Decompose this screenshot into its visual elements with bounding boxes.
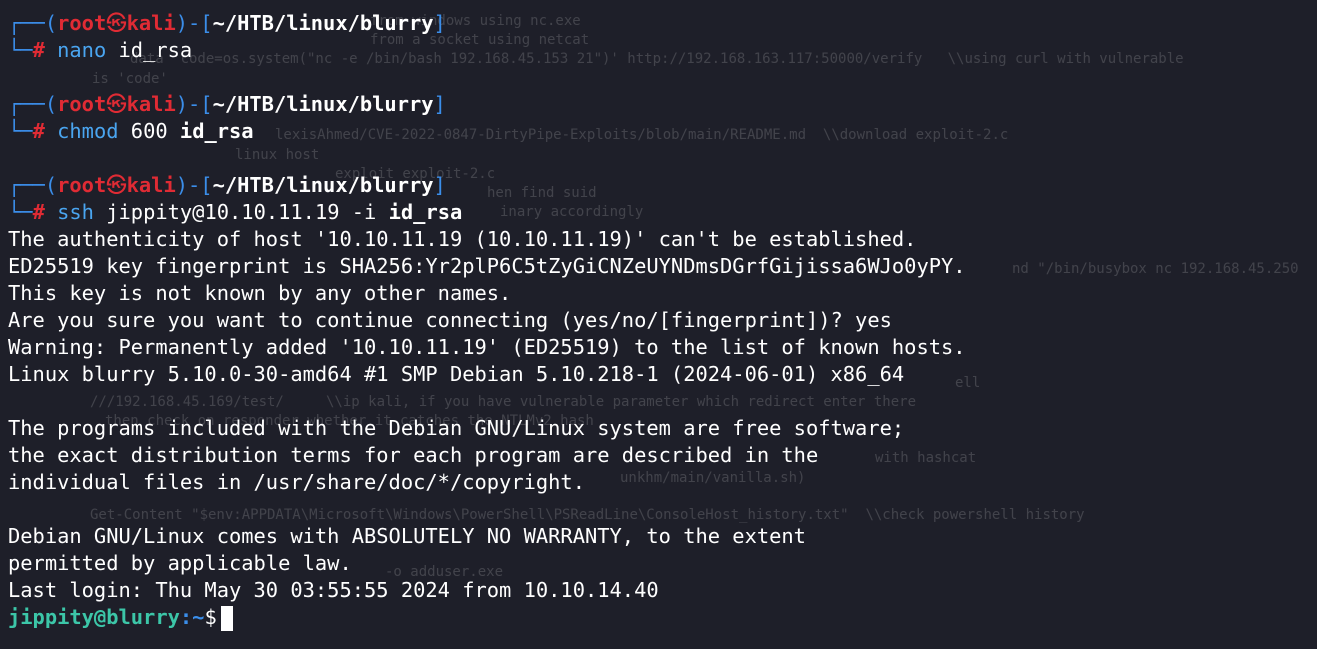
prompt-user: root bbox=[57, 173, 107, 197]
remote-prompt-symbol: $ bbox=[204, 605, 217, 629]
command-name: chmod bbox=[57, 119, 119, 143]
output-line: ED25519 key fingerprint is SHA256:Yr2plP… bbox=[8, 254, 966, 278]
remote-path: :~ bbox=[179, 605, 205, 629]
prompt-path: ~/HTB/linux/blurry bbox=[212, 173, 434, 197]
terminal-window[interactable]: from windows using nc.exe from a socket … bbox=[0, 0, 1317, 649]
prompt-host: kali bbox=[126, 173, 176, 197]
output-line: Last login: Thu May 30 03:55:55 2024 fro… bbox=[8, 578, 659, 602]
command-args: id_rsa bbox=[388, 200, 463, 224]
command-args: id_rsa bbox=[179, 119, 254, 143]
remote-prompt-line[interactable]: jippity@blurry:~$ bbox=[8, 604, 1317, 631]
prompt-path: ~/HTB/linux/blurry bbox=[212, 11, 434, 35]
prompt-path: ~/HTB/linux/blurry bbox=[212, 92, 434, 116]
output-line: permitted by applicable law. bbox=[8, 551, 352, 575]
output-line: Linux blurry 5.10.0-30-amd64 #1 SMP Debi… bbox=[8, 362, 905, 386]
prompt-header-line: ┌──(root㉿kali)-[~/HTB/linux/blurry] bbox=[8, 173, 446, 197]
prompt-header-line: ┌──(root㉿kali)-[~/HTB/linux/blurry] bbox=[8, 11, 446, 35]
prompt-symbol: # bbox=[32, 200, 45, 224]
prompt-host: kali bbox=[126, 92, 176, 116]
prompt-user: root bbox=[57, 11, 107, 35]
command-args: id_rsa bbox=[118, 38, 193, 62]
output-line: The programs included with the Debian GN… bbox=[8, 416, 905, 440]
output-line: individual files in /usr/share/doc/*/cop… bbox=[8, 470, 585, 494]
skull-icon: ㉿ bbox=[106, 92, 127, 116]
remote-user-host: jippity@blurry bbox=[8, 605, 180, 629]
command-name: ssh bbox=[57, 200, 94, 224]
prompt-user: root bbox=[57, 92, 107, 116]
command-line: └─# ssh jippity@10.10.11.19 -i id_rsa bbox=[8, 200, 463, 224]
skull-icon: ㉿ bbox=[106, 173, 127, 197]
output-line: The authenticity of host '10.10.11.19 (1… bbox=[8, 227, 917, 251]
command-args: 600 bbox=[130, 119, 168, 143]
terminal-content: ┌──(root㉿kali)-[~/HTB/linux/blurry] └─# … bbox=[8, 10, 1317, 631]
output-line: Are you sure you want to continue connec… bbox=[8, 308, 892, 332]
text-cursor[interactable] bbox=[220, 605, 233, 631]
prompt-symbol: # bbox=[32, 38, 45, 62]
output-line: the exact distribution terms for each pr… bbox=[8, 443, 819, 467]
prompt-host: kali bbox=[126, 11, 176, 35]
skull-icon: ㉿ bbox=[106, 11, 127, 35]
output-line: Debian GNU/Linux comes with ABSOLUTELY N… bbox=[8, 524, 806, 548]
prompt-symbol: # bbox=[32, 119, 45, 143]
command-args: jippity@10.10.11.19 -i bbox=[106, 200, 377, 224]
output-line: This key is not known by any other names… bbox=[8, 281, 512, 305]
command-line: └─# chmod 600 id_rsa bbox=[8, 119, 254, 143]
command-line: └─# nano id_rsa bbox=[8, 38, 193, 62]
command-name: nano bbox=[57, 38, 107, 62]
output-line: Warning: Permanently added '10.10.11.19'… bbox=[8, 335, 966, 359]
prompt-header-line: ┌──(root㉿kali)-[~/HTB/linux/blurry] bbox=[8, 92, 446, 116]
